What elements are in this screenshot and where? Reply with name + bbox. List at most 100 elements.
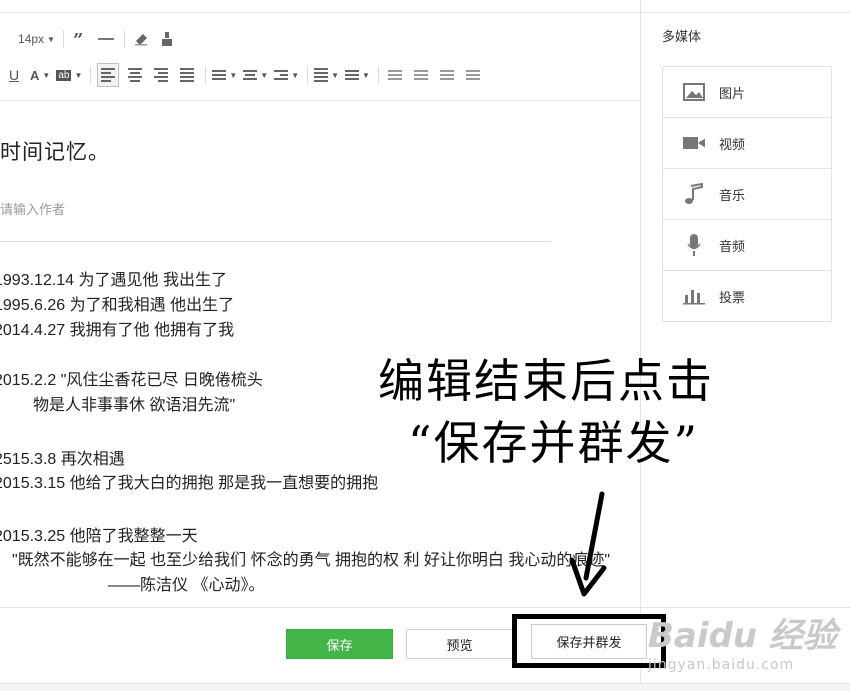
toolbar-separator (377, 66, 379, 84)
toolbar-row-2: U A ▼ ab ▼ ▼ ▼ ▼ ▼ ▼ (0, 62, 489, 88)
float-left-icon (387, 68, 402, 82)
list-icon (345, 68, 360, 82)
font-size-value: 14px (18, 32, 45, 46)
chevron-down-icon: ▼ (291, 70, 300, 80)
align-left-button[interactable] (97, 63, 120, 87)
multimedia-panel: 图片 视频 音乐 音频 投票 (662, 66, 832, 322)
content-line: 1995.6.26 为了和我相遇 他出生了 (0, 297, 235, 314)
font-size-select[interactable]: 14px ▼ (18, 28, 55, 50)
poll-icon (683, 285, 705, 307)
content-line: ——陈洁仪 《心动》。 (108, 577, 265, 594)
multimedia-title: 多媒体 (662, 29, 702, 44)
align-justify-button[interactable] (177, 64, 197, 86)
watermark-brand: Baidu 经验 (648, 616, 837, 656)
float-none-icon (413, 68, 428, 82)
media-item-label: 音频 (719, 238, 746, 254)
media-item-audio[interactable]: 音频 (663, 220, 831, 271)
chevron-down-icon: ▼ (74, 70, 83, 80)
paragraph-spacing-before-button[interactable]: ▼ (212, 64, 237, 86)
align-justify-icon (180, 66, 195, 84)
baidu-watermark: Baidu 经验 jingyan.baidu.com (648, 608, 837, 673)
svg-text:”: ” (73, 33, 83, 45)
media-item-music[interactable]: 音乐 (663, 169, 831, 220)
highlight-icon: ab (56, 69, 72, 81)
horizontal-rule-button[interactable] (96, 28, 116, 50)
unordered-list-button[interactable]: ▼ (345, 64, 370, 86)
content-line: 2015.3.15 他给了我大白的拥抱 那是我一直想要的拥抱 (0, 475, 379, 492)
spacing-icon (243, 68, 258, 82)
toolbar-separator (90, 66, 92, 84)
media-item-label: 投票 (719, 289, 746, 305)
align-right-icon (154, 66, 169, 84)
media-item-label: 视频 (719, 136, 746, 152)
align-center-button[interactable] (125, 64, 145, 86)
toolbar-separator (205, 66, 207, 84)
float-none-button[interactable] (411, 64, 431, 86)
chevron-down-icon: ▼ (260, 70, 269, 80)
content-line: 2015.3.25 他陪了我整整一天 (0, 528, 198, 545)
highlight-button[interactable]: ab ▼ (56, 64, 82, 86)
horizontal-line-icon (97, 38, 114, 40)
spacing-icon (212, 68, 227, 82)
preview-button[interactable]: 预览 (406, 629, 513, 659)
float-left-button[interactable] (385, 64, 405, 86)
media-item-poll[interactable]: 投票 (663, 271, 831, 321)
save-and-publish-button[interactable]: 保存并群发 (512, 614, 666, 668)
brush-icon (161, 32, 172, 46)
chevron-down-icon: ▼ (331, 70, 340, 80)
chevron-down-icon: ▼ (42, 70, 51, 80)
article-title[interactable]: 时间记忆。 (0, 136, 110, 166)
ordered-list-button[interactable]: ▼ (314, 64, 339, 86)
font-color-button[interactable]: A ▼ (30, 64, 50, 86)
list-icon (314, 66, 329, 84)
annotation-line-2: “保存并群发” (408, 416, 700, 470)
author-input[interactable]: 请输入作者 (0, 199, 65, 218)
watermark-url: jingyan.baidu.com (648, 657, 795, 673)
line-height-button[interactable]: ▼ (274, 64, 299, 86)
float-center-icon (465, 68, 480, 82)
down-arrow-icon (569, 491, 607, 597)
align-right-button[interactable] (151, 64, 171, 86)
chevron-down-icon: ▼ (47, 34, 55, 44)
align-center-icon (128, 66, 143, 84)
quote-icon: ” (73, 33, 83, 45)
annotation-line-1: 编辑结束后点击 (378, 354, 714, 408)
content-line: 2015.2.2 "风住尘香花已尽 日晚倦梳头 (0, 372, 263, 389)
microphone-icon (683, 234, 705, 256)
float-center-button[interactable] (463, 64, 483, 86)
blockquote-button[interactable]: ” (70, 28, 90, 50)
content-line: 2515.3.8 再次相遇 (0, 451, 125, 468)
toolbar-separator (62, 30, 64, 48)
tutorial-annotation: 编辑结束后点击 “保存并群发” (378, 350, 714, 474)
save-button[interactable]: 保存 (286, 629, 393, 659)
toolbar-row-1: 14px ▼ ” (0, 26, 183, 52)
content-line: "既然不能够在一起 也至少给我们 怀念的勇气 拥抱的权 利 好让你明白 我心动的… (12, 552, 611, 569)
content-line: 1993.12.14 为了遇见他 我出生了 (0, 272, 227, 289)
music-icon (683, 183, 705, 205)
format-painter-button[interactable] (157, 28, 177, 50)
media-item-label: 图片 (719, 85, 746, 101)
title-divider (0, 241, 551, 242)
video-icon (683, 132, 705, 154)
line-height-icon (274, 68, 289, 82)
content-line: 2014.4.27 我拥有了他 他拥有了我 (0, 322, 235, 339)
save-and-publish-label: 保存并群发 (531, 623, 647, 659)
toolbar-separator (307, 66, 309, 84)
image-icon (683, 81, 705, 103)
toolbar-separator (123, 30, 125, 48)
editor-panel: 14px ▼ ” U A ▼ ab ▼ ▼ ▼ ▼ ▼ ▼ 时间记忆。 请输入作… (0, 0, 641, 690)
media-item-label: 音乐 (719, 187, 746, 203)
paragraph-spacing-after-button[interactable]: ▼ (243, 64, 268, 86)
float-right-button[interactable] (437, 64, 457, 86)
chevron-down-icon: ▼ (362, 70, 370, 80)
formatting-toolbar: 14px ▼ ” U A ▼ ab ▼ ▼ ▼ ▼ ▼ ▼ (0, 14, 640, 101)
media-item-image[interactable]: 图片 (663, 67, 831, 118)
align-left-icon (101, 66, 116, 84)
chevron-down-icon: ▼ (229, 70, 238, 80)
media-item-video[interactable]: 视频 (663, 118, 831, 169)
underline-button[interactable]: U (4, 64, 24, 86)
content-line: 物是人非事事休 欲语泪先流" (33, 397, 236, 414)
float-right-icon (439, 68, 454, 82)
eraser-button[interactable] (131, 28, 151, 50)
eraser-icon (134, 34, 147, 46)
